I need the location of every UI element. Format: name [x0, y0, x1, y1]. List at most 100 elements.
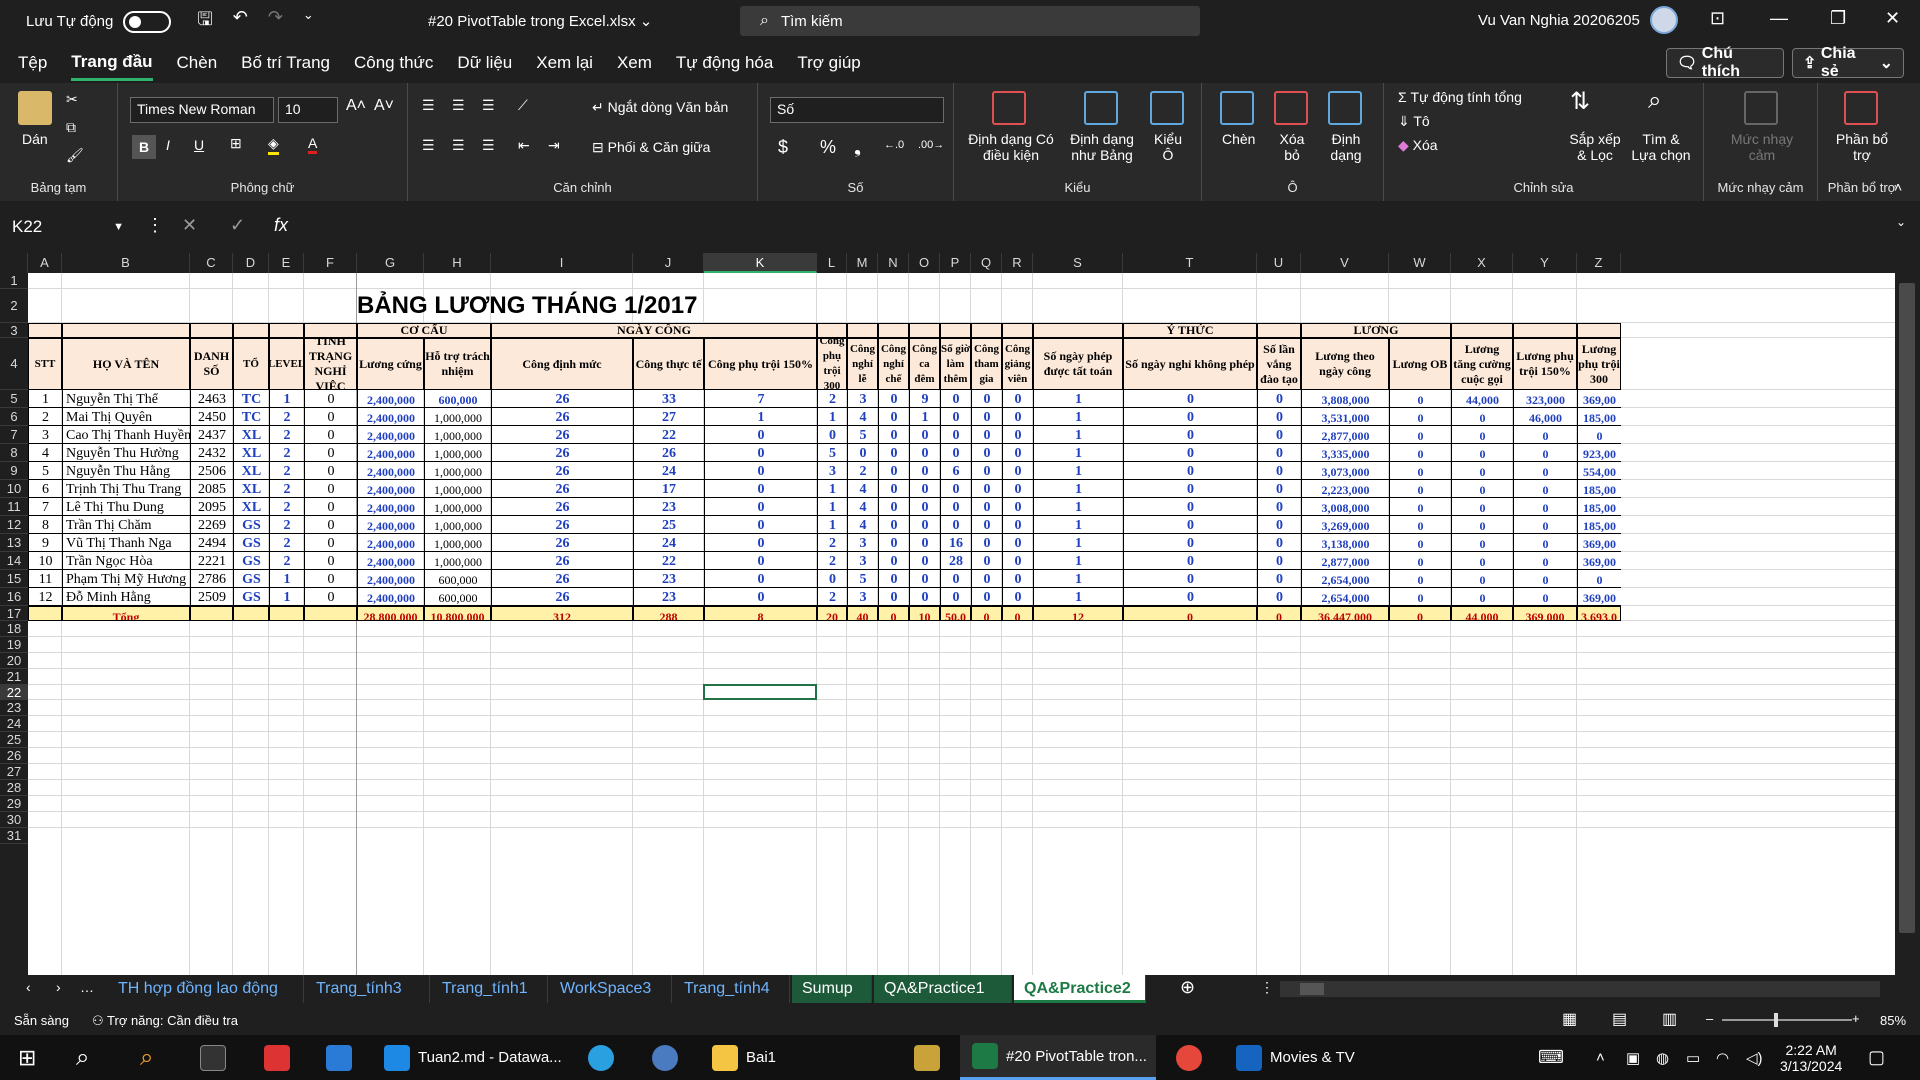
row-header[interactable]: 21 — [0, 669, 28, 685]
movies-task[interactable]: Movies & TV — [1236, 1035, 1355, 1080]
column-header-h[interactable]: H — [424, 253, 491, 273]
borders-icon[interactable]: ⊞ — [230, 135, 242, 152]
row-header[interactable]: 24 — [0, 716, 28, 732]
vertical-scrollbar[interactable] — [1895, 253, 1920, 975]
sheet-tab[interactable]: Trang_tính1 — [432, 975, 548, 1003]
sheet-tab[interactable]: QA&Practice1 — [874, 975, 1012, 1003]
redo-icon[interactable]: ↷ — [268, 7, 283, 37]
row-header[interactable]: 28 — [0, 780, 28, 796]
tab-page-layout[interactable]: Bố trí Trang — [241, 47, 330, 79]
normal-view-icon[interactable]: ▦ — [1562, 1009, 1577, 1029]
format-table-button[interactable]: Định dạng như Bảng — [1062, 131, 1142, 163]
tab-home[interactable]: Trang đầu — [71, 46, 153, 81]
tray-display-icon[interactable]: ▣ — [1626, 1035, 1640, 1080]
row-header[interactable]: 8 — [0, 444, 28, 462]
row-header[interactable]: 6 — [0, 408, 28, 426]
file-name[interactable]: #20 PivotTable trong Excel.xlsx ⌄ — [428, 12, 652, 30]
column-header-f[interactable]: F — [304, 253, 357, 273]
align-bottom-icon[interactable]: ☰ — [482, 97, 495, 114]
autosave-toggle[interactable] — [123, 10, 172, 33]
collapse-ribbon-icon[interactable]: ˄ — [1894, 179, 1902, 195]
delete-cells-button[interactable]: Xóa bỏ — [1276, 131, 1308, 163]
formula-input[interactable] — [310, 213, 1900, 241]
whiteboard-app-icon[interactable] — [326, 1035, 360, 1080]
align-left-icon[interactable]: ☰ — [422, 137, 435, 154]
conditional-format-icon[interactable] — [992, 91, 1026, 125]
cell-grid[interactable]: BẢNG LƯƠNG THÁNG 1/2017 CƠ CẤU NGÀY CÔNG Ý … — [28, 273, 1895, 975]
clear-button[interactable]: ◆ Xóa — [1398, 137, 1438, 154]
insert-cells-button[interactable]: Chèn — [1222, 131, 1255, 147]
column-header-o[interactable]: O — [909, 253, 940, 273]
decrease-decimal-icon[interactable]: .00→ — [918, 139, 944, 151]
column-header-r[interactable]: R — [1002, 253, 1033, 273]
row-header[interactable]: 19 — [0, 637, 28, 653]
accessibility-status[interactable]: ⚇ Trợ năng: Cần điều tra — [92, 1013, 238, 1029]
snipping-app-icon[interactable] — [914, 1035, 948, 1080]
column-header-m[interactable]: M — [847, 253, 878, 273]
copy-icon[interactable]: ⧉ — [66, 119, 76, 136]
docker-app-icon[interactable] — [588, 1035, 622, 1080]
format-table-icon[interactable] — [1084, 91, 1118, 125]
align-right-icon[interactable]: ☰ — [482, 137, 495, 154]
tab-insert[interactable]: Chèn — [177, 47, 218, 79]
wifi-icon[interactable]: ◠ — [1716, 1035, 1729, 1080]
tab-view[interactable]: Xem — [617, 47, 652, 79]
slides-app-icon[interactable] — [264, 1035, 298, 1080]
autosum-button[interactable]: Σ Tự động tính tổng — [1398, 89, 1522, 105]
row-header[interactable]: 7 — [0, 426, 28, 444]
cancel-icon[interactable]: ✕ — [182, 215, 197, 236]
row-header[interactable]: 11 — [0, 498, 28, 516]
close-icon[interactable]: ✕ — [1885, 8, 1900, 29]
conditional-format-button[interactable]: Định dạng Có điều kiện — [966, 131, 1056, 163]
format-painter-icon[interactable]: 🖌 — [66, 147, 84, 164]
decrease-indent-icon[interactable]: ⇤ — [518, 137, 530, 154]
font-size-box[interactable]: 10 — [278, 97, 338, 123]
tab-automate[interactable]: Tự động hóa — [676, 47, 773, 79]
save-icon[interactable]: 🖫 — [197, 7, 212, 37]
prev-sheet-icon[interactable]: ‹ — [26, 979, 31, 995]
row-header[interactable]: 1 — [0, 273, 28, 289]
zoom-out-icon[interactable]: – — [1706, 1011, 1713, 1026]
name-box[interactable]: K22 ▼ — [6, 214, 130, 240]
column-header-l[interactable]: L — [817, 253, 847, 273]
paste-icon[interactable] — [18, 91, 52, 125]
column-header-u[interactable]: U — [1257, 253, 1301, 273]
row-header[interactable]: 15 — [0, 570, 28, 588]
column-header-e[interactable]: E — [269, 253, 304, 273]
sheet-tab[interactable]: Sumup — [792, 975, 872, 1003]
insert-function-icon[interactable]: fx — [274, 215, 288, 236]
underline-button[interactable]: U — [194, 137, 204, 153]
column-header-v[interactable]: V — [1301, 253, 1389, 273]
row-header[interactable]: 14 — [0, 552, 28, 570]
column-header-t[interactable]: T — [1123, 253, 1257, 273]
shrink-font-icon[interactable]: A˅ — [374, 97, 394, 115]
currency-icon[interactable]: $ — [778, 137, 788, 158]
column-header-b[interactable]: B — [62, 253, 190, 273]
orientation-icon[interactable]: ⟋ — [518, 97, 528, 114]
ribbon-display-icon[interactable]: ⊡ — [1710, 8, 1725, 29]
sheet-tab[interactable]: TH hợp đồng lao động — [108, 975, 304, 1003]
row-header[interactable]: 23 — [0, 700, 28, 716]
row-header[interactable]: 16 — [0, 588, 28, 606]
windows-start-icon[interactable]: ⊞ — [18, 1035, 36, 1080]
more-icon[interactable]: ⋮ — [146, 215, 164, 236]
row-header[interactable]: 13 — [0, 534, 28, 552]
bold-button[interactable]: B — [132, 135, 156, 159]
share-button[interactable]: ⇪ Chia sẻ ⌄ — [1792, 45, 1904, 80]
number-format-box[interactable]: Số — [770, 97, 944, 123]
tray-meet-icon[interactable]: ◍ — [1656, 1035, 1669, 1080]
fill-color-icon[interactable]: ◈ — [268, 135, 279, 155]
row-header[interactable]: 27 — [0, 764, 28, 780]
tab-file[interactable]: Tệp — [18, 47, 47, 79]
search-taskbar-icon[interactable]: ⌕ — [76, 1035, 89, 1080]
column-header-p[interactable]: P — [940, 253, 971, 273]
column-header-d[interactable]: D — [233, 253, 269, 273]
minimize-icon[interactable]: — — [1770, 8, 1788, 29]
italic-button[interactable]: I — [166, 137, 170, 153]
row-header[interactable]: 20 — [0, 653, 28, 669]
sort-filter-icon[interactable]: ⇅ — [1570, 87, 1590, 116]
cell-styles-button[interactable]: Kiểu Ô — [1148, 131, 1188, 163]
comma-icon[interactable]: ❟ — [854, 137, 861, 158]
zoom-level[interactable]: 85% — [1880, 1013, 1906, 1028]
fill-button[interactable]: ⇓ Tô — [1398, 113, 1430, 130]
